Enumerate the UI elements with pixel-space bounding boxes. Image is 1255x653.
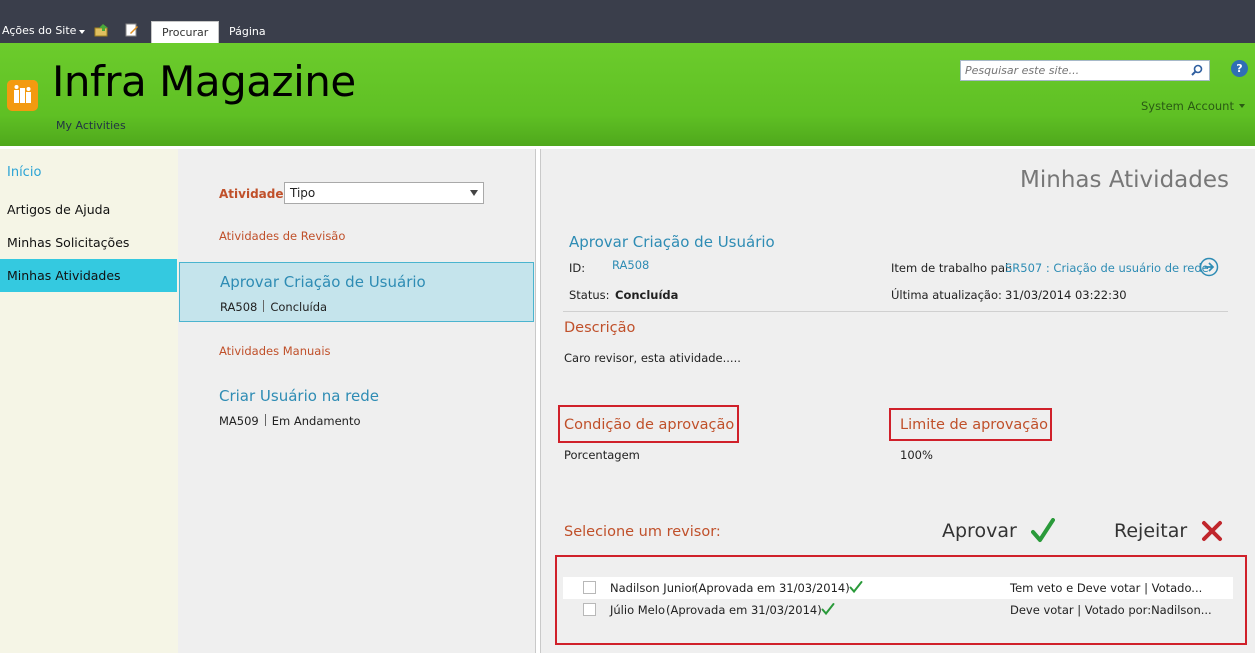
detail-title: Aprovar Criação de Usuário (569, 233, 775, 251)
group-label-revisao: Atividades de Revisão (219, 229, 346, 243)
activity-status: Em Andamento (271, 414, 361, 428)
activity-card-ma509[interactable]: Criar Usuário na rede MA509 Em Andamento (179, 377, 534, 437)
approve-label: Aprovar (942, 520, 1017, 542)
parent-item-label: Item de trabalho pai: (891, 261, 1013, 275)
select-reviewer-heading: Selecione um revisor: (564, 524, 721, 540)
nav-item-artigos-de-ajuda[interactable]: Artigos de Ajuda (0, 193, 177, 226)
reviewer-name: Júlio Melo (610, 603, 665, 617)
activities-list-panel: Atividades Tipo Atividades de Revisão Ap… (178, 149, 535, 653)
activity-status: Concluída (270, 300, 328, 314)
activity-type-value: Tipo (290, 186, 316, 200)
nav-home-link[interactable]: Início (7, 165, 41, 180)
activities-filter-label: Atividades (219, 187, 291, 201)
reviewer-name: Nadilson Junior (610, 581, 697, 595)
help-icon[interactable]: ? (1231, 60, 1248, 77)
approved-check-icon (849, 581, 863, 594)
approval-limit-heading: Limite de aprovação (900, 417, 1049, 433)
reviewers-list: Nadilson Junior (Aprovada em 31/03/2014)… (555, 555, 1247, 645)
ribbon: Ações do Site Procurar Página (0, 0, 1255, 43)
nav-item-minhas-atividades[interactable]: Minhas Atividades (0, 259, 177, 292)
arrow-right-circle-icon[interactable] (1199, 257, 1219, 277)
activity-meta: RA508 Concluída (220, 300, 327, 314)
reviewer-checkbox[interactable] (583, 581, 596, 594)
chevron-down-icon (1238, 104, 1245, 108)
tab-pagina[interactable]: Página (219, 21, 276, 43)
id-label: ID: (569, 261, 586, 275)
approved-check-icon (821, 603, 835, 616)
last-updated-label: Última atualização: (891, 288, 1002, 302)
navigate-up-icon[interactable] (94, 23, 110, 37)
site-header: Infra Magazine My Activities ? System Ac… (0, 43, 1255, 146)
search-icon[interactable] (1191, 64, 1203, 76)
tab-procurar[interactable]: Procurar (151, 21, 220, 43)
separator (263, 300, 265, 312)
account-name: System Account (1141, 99, 1234, 113)
activity-title: Criar Usuário na rede (219, 387, 379, 405)
activity-id: MA509 (219, 414, 259, 428)
divider-line (563, 311, 1228, 312)
activity-detail-panel: Minhas Atividades Aprovar Criação de Usu… (541, 149, 1255, 653)
group-label-manuais: Atividades Manuais (219, 344, 331, 358)
reviewer-row[interactable]: Júlio Melo (Aprovada em 31/03/2014) Deve… (563, 599, 1233, 621)
search-input[interactable] (961, 61, 1181, 80)
reviewer-checkbox[interactable] (583, 603, 596, 616)
site-subtitle[interactable]: My Activities (56, 119, 126, 132)
site-actions-menu[interactable]: Ações do Site (2, 24, 86, 37)
site-actions-label: Ações do Site (2, 24, 77, 37)
close-icon (1202, 521, 1223, 541)
last-updated-value: 31/03/2014 03:22:30 (1005, 288, 1127, 302)
status-label: Status: (569, 288, 610, 302)
id-value-link[interactable]: RA508 (612, 258, 649, 272)
approval-condition-heading: Condição de aprovação (564, 417, 735, 433)
nav-item-minhas-solicitacoes[interactable]: Minhas Solicitações (0, 226, 177, 259)
approval-condition-value: Porcentagem (564, 448, 640, 462)
reviewer-status: (Aprovada em 31/03/2014) (694, 581, 850, 595)
separator (264, 414, 266, 426)
site-logo-icon (7, 80, 38, 111)
page-title: Minhas Atividades (1020, 167, 1229, 193)
parent-item-link[interactable]: SR507 : Criação de usuário de rede (1005, 261, 1209, 275)
description-text: Caro revisor, esta atividade..... (564, 351, 741, 365)
activity-meta: MA509 Em Andamento (219, 414, 361, 428)
reviewer-status: (Aprovada em 31/03/2014) (666, 603, 822, 617)
site-title[interactable]: Infra Magazine (52, 57, 356, 106)
approval-limit-value: 100% (900, 448, 933, 462)
reject-label: Rejeitar (1114, 520, 1188, 542)
reviewer-votes: Tem veto e Deve votar | Votado... (1010, 581, 1203, 595)
chevron-down-icon (79, 29, 86, 34)
activity-id: RA508 (220, 300, 258, 314)
activity-card-ra508[interactable]: Aprovar Criação de Usuário RA508 Concluíd… (179, 262, 534, 322)
checkmark-icon (1030, 518, 1055, 542)
search-box (960, 60, 1210, 81)
left-navigation: Início Artigos de Ajuda Minhas Solicitaç… (0, 149, 178, 653)
approve-button[interactable]: Aprovar (942, 518, 1055, 544)
reviewer-votes: Deve votar | Votado por:Nadilson... (1010, 603, 1212, 617)
edit-page-icon[interactable] (125, 23, 139, 37)
activity-type-select[interactable]: Tipo (284, 182, 484, 204)
chevron-down-icon (470, 190, 478, 196)
activity-title: Aprovar Criação de Usuário (220, 273, 426, 291)
reviewer-row[interactable]: Nadilson Junior (Aprovada em 31/03/2014)… (563, 577, 1233, 599)
reject-button[interactable]: Rejeitar (1114, 520, 1223, 542)
status-value: Concluída (615, 288, 679, 302)
description-heading: Descrição (564, 320, 636, 336)
account-menu[interactable]: System Account (1141, 99, 1245, 113)
